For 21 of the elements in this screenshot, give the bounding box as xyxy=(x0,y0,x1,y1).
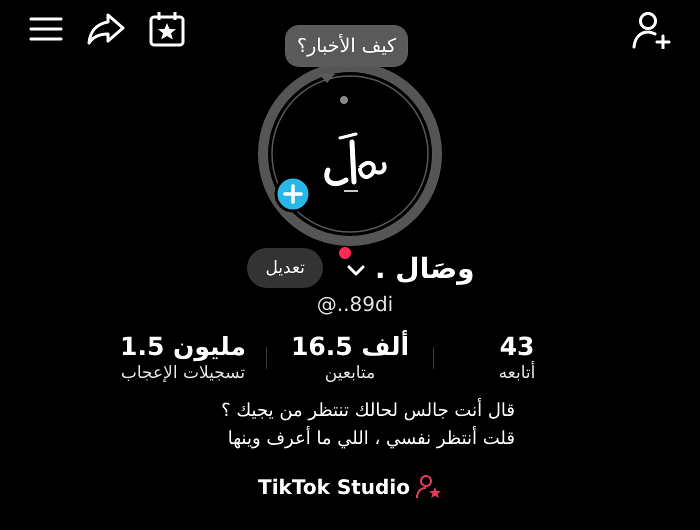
add-user-icon[interactable] xyxy=(632,11,672,49)
username: @..89di xyxy=(316,292,394,316)
tooltip-tail xyxy=(319,74,335,83)
studio-link[interactable]: TikTok Studio xyxy=(258,475,442,499)
edit-button[interactable]: تعديل xyxy=(247,248,323,288)
status-tooltip[interactable]: كيف الأخبار؟ xyxy=(285,25,408,67)
stat-value: 1.5 مليون xyxy=(120,332,246,361)
profile-name: وصَال . xyxy=(374,252,475,284)
menu-icon[interactable] xyxy=(29,16,63,42)
notification-dot-icon xyxy=(338,247,351,259)
bio-line: قال أنت جالس لحالك تنتظر من يجيك ؟ xyxy=(220,397,515,423)
stat-value: 43 xyxy=(500,332,534,361)
stat-value: 16.5 ألف xyxy=(290,332,410,361)
chevron-down-icon[interactable] xyxy=(346,265,365,277)
share-icon[interactable] xyxy=(87,13,125,45)
calendar-star-icon[interactable] xyxy=(149,11,185,47)
bio-line: قلت أنتظر نفسي ، اللي ما أعرف وينها xyxy=(226,425,515,451)
user-star-icon xyxy=(416,475,442,499)
stat-label: متابعين xyxy=(324,363,376,383)
stat-label: أتابعه xyxy=(498,363,536,383)
stat-label: تسجيلات الإعجاب xyxy=(120,363,246,383)
